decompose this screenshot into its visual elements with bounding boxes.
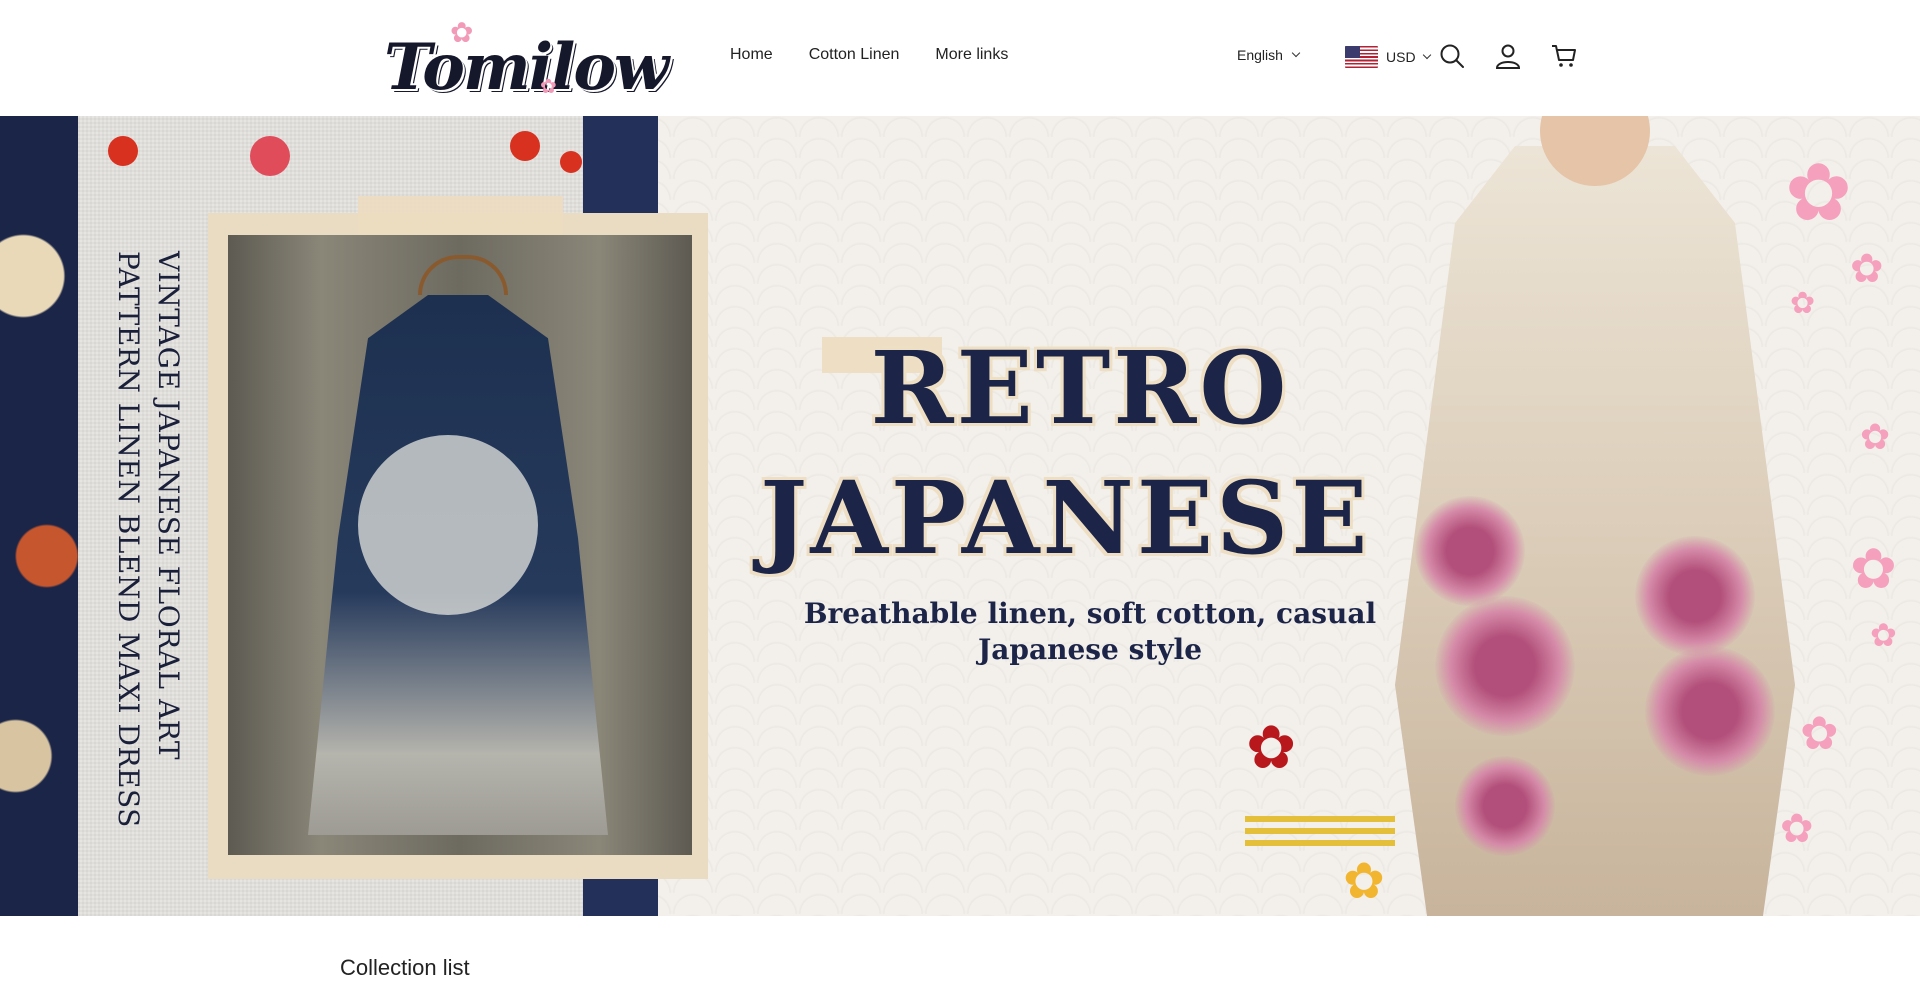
search-icon[interactable] <box>1438 42 1466 70</box>
model-photo <box>1395 116 1795 916</box>
cloud-motif <box>1245 816 1395 852</box>
sakura-icon: ✿ <box>1860 416 1891 457</box>
plum-blossom-icon <box>250 136 290 176</box>
peony-motif <box>1645 646 1775 776</box>
plum-blossom-icon <box>108 136 138 166</box>
sakura-icon: ✿ <box>1850 537 1897 600</box>
cart-icon[interactable] <box>1550 42 1578 70</box>
peony-motif <box>1635 536 1755 656</box>
product-caption: VINTAGE JAPANESE FLORAL ART PATTERN LINE… <box>112 251 185 828</box>
plum-blossom-icon <box>510 131 540 161</box>
nav-item-cotton-linen[interactable]: Cotton Linen <box>809 46 900 64</box>
header-icons <box>1438 42 1578 70</box>
hero-title-line1: RETRO <box>870 329 1290 447</box>
nav-item-more-links[interactable]: More links <box>935 46 1008 64</box>
currency-selector[interactable]: USD <box>1345 46 1431 68</box>
kimono-fabric <box>0 116 78 916</box>
plum-blossom-icon <box>560 151 582 173</box>
chevron-down-icon <box>1422 50 1431 60</box>
collection-list-heading: Collection list <box>340 955 470 980</box>
sakura-icon: ✿ <box>1850 247 1884 291</box>
brand-logo[interactable]: ✿ Tomilow ✿ <box>380 14 669 105</box>
peony-motif <box>1435 596 1575 736</box>
hanger <box>418 255 508 295</box>
sakura-icon: ✿ <box>1870 617 1897 653</box>
flower-icon: ✿ <box>1343 853 1385 909</box>
sakura-icon: ✿ <box>1790 287 1816 320</box>
flower-icon: ✿ <box>1246 714 1297 781</box>
hero-subtitle: Breathable linen, soft cotton, casual Ja… <box>803 597 1377 666</box>
main-nav: Home Cotton Linen More links <box>730 46 1008 64</box>
hero-banner[interactable]: VINTAGE JAPANESE FLORAL ART PATTERN LINE… <box>0 116 1920 916</box>
language-label: English <box>1237 47 1283 63</box>
sakura-icon: ✿ <box>540 76 557 98</box>
sakura-icon: ✿ <box>1785 148 1853 237</box>
logo-text: Tomilow <box>384 30 669 105</box>
sakura-icon: ✿ <box>1780 807 1814 851</box>
dress-photo <box>228 235 692 855</box>
nav-item-home[interactable]: Home <box>730 46 773 64</box>
language-selector[interactable]: English <box>1237 47 1301 63</box>
hero-title-line2: JAPANESE <box>760 459 1371 577</box>
moon-motif <box>358 435 538 615</box>
chevron-down-icon <box>1291 48 1301 58</box>
sakura-icon: ✿ <box>1800 707 1839 759</box>
site-header: ✿ Tomilow ✿ Home Cotton Linen More links… <box>0 0 1920 116</box>
peony-motif <box>1455 756 1555 856</box>
us-flag-icon <box>1345 46 1378 68</box>
currency-label: USD <box>1386 49 1416 65</box>
account-icon[interactable] <box>1494 42 1522 70</box>
peony-motif <box>1415 496 1525 606</box>
